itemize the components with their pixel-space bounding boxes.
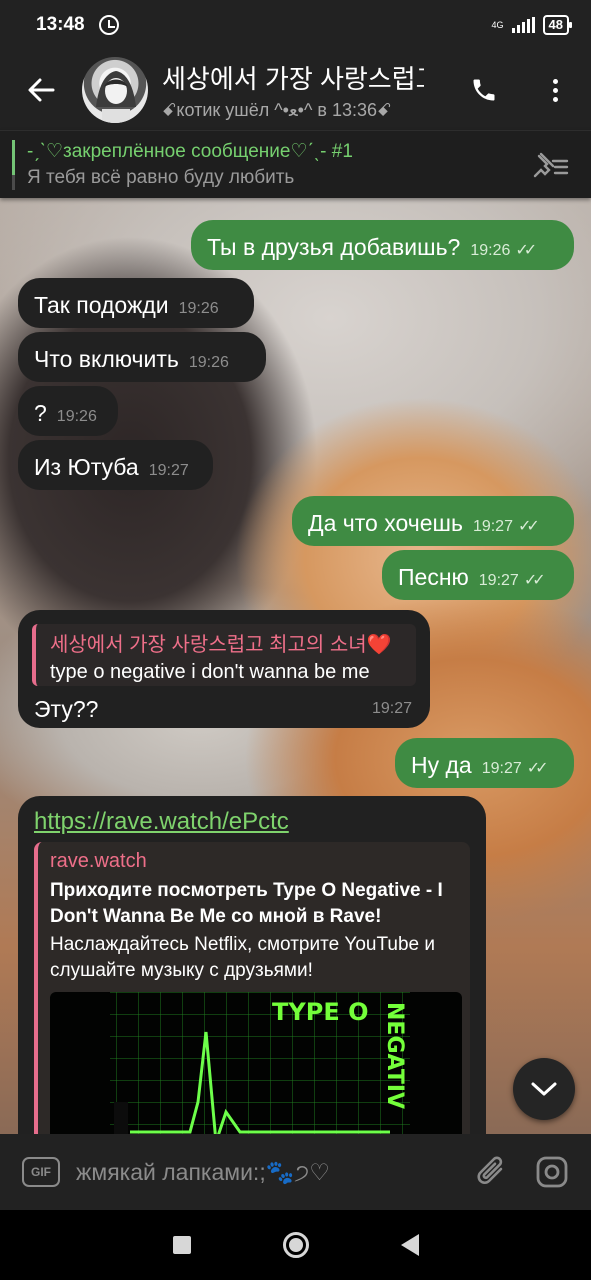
network-type: 4G [491, 19, 504, 30]
home-icon[interactable] [282, 1232, 309, 1258]
message-text: Эту?? [34, 696, 99, 722]
message-out[interactable]: Песню 19:27 ✓✓ [382, 550, 574, 600]
attach-button[interactable] [467, 1155, 517, 1189]
chat-status: ꗃкотик ушёл ^•ﻌ•^ в 13:36ꗃ [162, 100, 392, 120]
message-input[interactable]: жмякай лапками:;🐾੭♡ [76, 1159, 330, 1186]
reply-text: type o negative i don't wanna be me [50, 661, 370, 683]
preview-description: Наслаждайтесь Netflix, смотрите YouTube … [50, 934, 435, 981]
pinned-list-icon[interactable] [531, 150, 571, 180]
signal-icon [511, 17, 535, 33]
read-check-icon: ✓✓ [517, 518, 540, 535]
message-in-reply[interactable]: 세상에서 가장 사랑스럽고 최고의 소녀❤️ type o negative i… [18, 610, 430, 728]
link-preview[interactable]: rave.watch Приходите посмотреть Type O N… [34, 842, 470, 1134]
image-logo-vertical-text: NEGATIV [382, 1002, 407, 1109]
avatar[interactable] [82, 57, 148, 123]
pinned-title: -ˏˋ♡закреплённое сообщение♡ˊˎ- #1 [27, 141, 353, 162]
phone-icon [473, 79, 495, 101]
preview-image[interactable]: TYPE O NEGATIV [50, 992, 462, 1134]
back-button[interactable] [0, 50, 82, 130]
chat-title: 세상에서 가장 사랑스럽고 [162, 64, 424, 94]
recents-icon[interactable] [172, 1236, 191, 1254]
preview-site: rave.watch [50, 850, 147, 872]
image-logo-text: TYPE O [272, 998, 369, 1026]
pinned-message-bar[interactable]: -ˏˋ♡закреплённое сообщение♡ˊˎ- #1 Я тебя… [0, 130, 591, 198]
link-url[interactable]: https://rave.watch/ePctc [34, 808, 289, 836]
reply-quote[interactable]: 세상에서 가장 사랑스럽고 최고의 소녀❤️ type o negative i… [32, 624, 416, 686]
nav-back-icon[interactable] [400, 1234, 419, 1256]
message-out[interactable]: Ты в друзья добавишь? 19:26 ✓✓ [191, 220, 574, 270]
system-nav-bar [0, 1210, 591, 1280]
paperclip-icon [477, 1156, 503, 1184]
gif-button[interactable]: GIF [22, 1157, 60, 1187]
read-check-icon: ✓✓ [526, 760, 549, 777]
chat-info[interactable]: 세상에서 가장 사랑스럽고 ꗃкотик ушёл ^•ﻌ•^ в 13:36ꗃ [162, 59, 424, 121]
scroll-down-button[interactable] [513, 1058, 575, 1120]
call-button[interactable] [449, 76, 519, 104]
read-check-icon: ✓✓ [523, 572, 546, 589]
message-in[interactable]: ? 19:26 [18, 386, 118, 436]
chevron-down-icon [531, 1082, 557, 1096]
chat-header: 세상에서 가장 사랑스럽고 ꗃкотик ушёл ^•ﻌ•^ в 13:36ꗃ [0, 50, 591, 130]
message-in[interactable]: Из Ютуба 19:27 [18, 440, 213, 490]
status-time: 13:48 [36, 14, 85, 35]
read-check-icon: ✓✓ [515, 242, 537, 259]
preview-title: Приходите посмотреть Type O Negative - I… [50, 880, 443, 927]
message-out[interactable]: Ну да 19:27 ✓✓ [395, 738, 574, 788]
message-input-bar: GIF жмякай лапками:;🐾੭♡ [0, 1134, 591, 1210]
status-bar: 13:48 4G 48 [0, 0, 591, 50]
message-time: 19:27 [371, 700, 412, 717]
message-in[interactable]: Так подожди 19:26 [18, 278, 254, 328]
message-out[interactable]: Да что хочешь 19:27 ✓✓ [292, 496, 574, 546]
camera-button[interactable] [517, 1155, 587, 1189]
camera-icon [536, 1156, 568, 1188]
chat-area[interactable]: Ты в друзья добавишь? 19:26 ✓✓ Так подож… [0, 198, 591, 1134]
reply-author: 세상에서 가장 사랑스럽고 최고의 소녀❤️ [50, 634, 392, 656]
message-in[interactable]: Что включить 19:26 [18, 332, 266, 382]
more-vert-icon[interactable] [519, 78, 591, 102]
battery-icon: 48 [542, 15, 573, 35]
message-in-link[interactable]: https://rave.watch/ePctc rave.watch Прих… [18, 796, 486, 1134]
back-arrow-icon [28, 78, 55, 102]
alarm-icon [98, 15, 119, 35]
pinned-text: Я тебя всё равно буду любить [27, 167, 295, 188]
